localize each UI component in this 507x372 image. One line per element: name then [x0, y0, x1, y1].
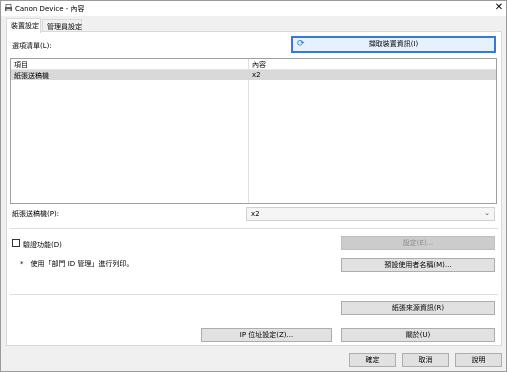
default-user-name-button[interactable]: 預設使用者名稱(M)...: [341, 258, 495, 272]
list-item[interactable]: 紙張送稿機 x2: [11, 70, 496, 80]
list-header: 項目 內容: [11, 59, 496, 70]
auth-checkbox-label: 驗證功能(D): [23, 241, 62, 249]
divider: [10, 294, 498, 295]
paper-feeder-label: 紙張送稿機(P):: [12, 210, 60, 218]
paper-feeder-select[interactable]: x2 ⌄: [246, 207, 495, 221]
ip-address-settings-button[interactable]: IP 位址設定(Z)...: [201, 328, 332, 342]
list-item-content: x2: [252, 71, 261, 79]
divider: [10, 228, 498, 229]
options-list-label: 選項清單(L):: [12, 42, 52, 50]
paper-source-info-button[interactable]: 紙張來源資訊(R): [341, 301, 495, 315]
tab-device-settings[interactable]: 裝置設定: [6, 18, 41, 33]
refresh-icon: ⟳: [297, 39, 305, 49]
tab-admin-settings[interactable]: 管理員設定: [42, 19, 82, 31]
chevron-down-icon: ⌄: [484, 209, 490, 217]
auth-note: * 使用「部門 ID 管理」進行列印。: [20, 260, 134, 268]
column-header-content[interactable]: 內容: [252, 60, 266, 70]
column-header-item[interactable]: 項目: [14, 60, 28, 70]
auth-checkbox[interactable]: [12, 239, 20, 247]
printer-icon: [5, 4, 12, 11]
properties-dialog: Canon Device - 內容 ✕ 裝置設定 管理員設定 選項清單(L): …: [0, 0, 507, 372]
get-device-info-label: 擷取裝置資訊(I): [368, 40, 419, 48]
ok-button[interactable]: 確定: [349, 353, 396, 367]
paper-feeder-value: x2: [251, 210, 260, 218]
close-icon[interactable]: ✕: [493, 2, 505, 14]
list-item-name: 紙張送稿機: [14, 72, 49, 80]
about-button[interactable]: 關於(U): [341, 328, 495, 342]
help-button[interactable]: 說明: [455, 353, 502, 367]
column-divider: [248, 59, 249, 203]
options-list[interactable]: 項目 內容 紙張送稿機 x2: [10, 58, 497, 204]
window-title: Canon Device - 內容: [15, 5, 85, 13]
cancel-button[interactable]: 取消: [402, 353, 449, 367]
title-bar: Canon Device - 內容 ✕: [1, 1, 506, 16]
get-device-info-button[interactable]: ⟳ 擷取裝置資訊(I): [291, 36, 496, 53]
auth-settings-button[interactable]: 設定(E)...: [341, 236, 495, 250]
